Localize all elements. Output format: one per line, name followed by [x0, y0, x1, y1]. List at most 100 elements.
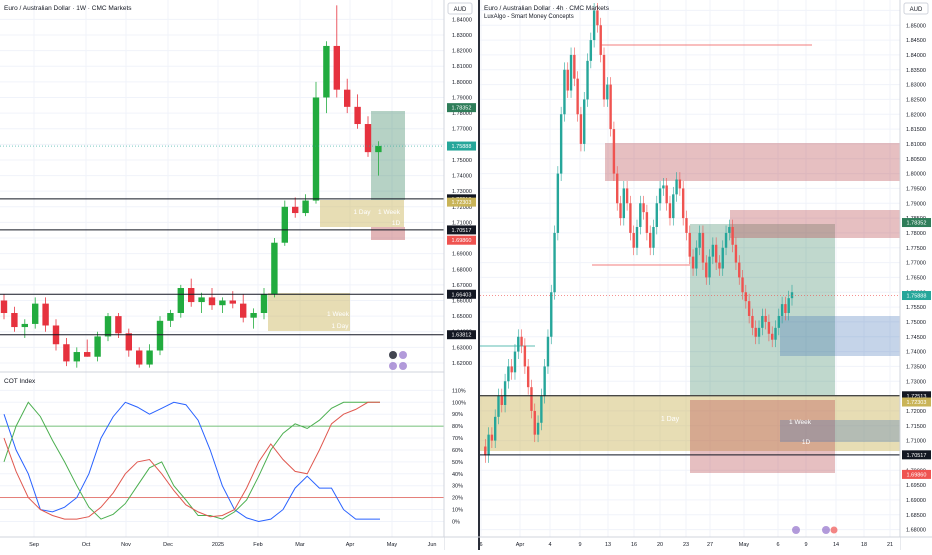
- cot-pct-label: 80%: [452, 424, 463, 430]
- candle-body: [741, 277, 744, 293]
- right-currency-badge[interactable]: AUD: [910, 7, 923, 13]
- price-tick-label: 1.80500: [906, 157, 926, 163]
- price-tick-label: 1.76500: [906, 275, 926, 281]
- candle-body: [219, 300, 226, 306]
- price-tick-label: 1.74500: [906, 335, 926, 341]
- cot-pct-label: 110%: [452, 388, 466, 394]
- event-icon[interactable]: [399, 362, 407, 370]
- price-tick-label: 1.82000: [906, 112, 926, 118]
- price-tick-label: 1.63000: [452, 345, 472, 351]
- tradingview-layout: 1 Day 1 Week 1D 1 Week 1 Day 1 Day 1 Wee…: [0, 0, 932, 550]
- price-tick-label: 1.75000: [906, 320, 926, 326]
- price-tick-label: 1.80000: [906, 172, 926, 178]
- flag-icon[interactable]: [389, 351, 397, 359]
- cot-title: COT Index: [4, 378, 36, 385]
- candle-body: [146, 350, 153, 365]
- pane-divider[interactable]: [478, 0, 480, 550]
- candle-body: [333, 45, 340, 90]
- left-currency-badge[interactable]: AUD: [454, 7, 467, 13]
- candle-body: [754, 327, 757, 337]
- date-tick-label: Oct: [82, 542, 91, 548]
- date-tick-label: 6: [479, 542, 482, 548]
- right-chart-subtitle: LuxAlgo - Smart Money Concepts: [484, 14, 574, 20]
- date-tick-label: 14: [833, 542, 839, 548]
- candle-body: [579, 114, 583, 144]
- price-label-text: 1.70517: [907, 453, 927, 459]
- cot-pct-label: 70%: [452, 436, 463, 442]
- price-tick-label: 1.75500: [906, 305, 926, 311]
- candle-body: [767, 321, 771, 334]
- candle-body: [609, 84, 612, 130]
- date-tick-label: 18: [861, 542, 867, 548]
- candle-body: [658, 188, 662, 204]
- candle-body: [780, 304, 784, 316]
- candle-body: [678, 179, 682, 189]
- right-zone-label-1week: 1 Week: [789, 419, 812, 426]
- flag-icon[interactable]: [830, 526, 838, 534]
- left-zone-label-1d: 1D: [392, 220, 401, 227]
- candle-body: [553, 232, 556, 293]
- date-tick-label: 2025: [212, 542, 224, 548]
- event-icon[interactable]: [792, 526, 800, 534]
- date-tick-label: Dec: [163, 542, 173, 548]
- candle-body: [708, 256, 711, 278]
- date-tick-label: 13: [605, 542, 611, 548]
- candle-body: [774, 327, 777, 340]
- candle-body: [672, 194, 675, 219]
- candle-body: [526, 366, 530, 388]
- price-tick-label: 1.83500: [906, 68, 926, 74]
- candle-body: [21, 323, 28, 328]
- price-tick-label: 1.79000: [452, 95, 472, 101]
- candle-body: [500, 396, 503, 405]
- candle-body: [629, 203, 632, 233]
- date-tick-label: 9: [804, 542, 807, 548]
- candle-body: [675, 179, 678, 195]
- price-tick-label: 1.80000: [452, 80, 472, 86]
- candle-body: [503, 381, 507, 405]
- event-icon[interactable]: [822, 526, 830, 534]
- price-tick-label: 1.69000: [452, 252, 472, 258]
- left-zone-label-1week-b: 1 Week: [327, 311, 350, 318]
- price-tick-label: 1.72000: [906, 409, 926, 415]
- candle-body: [559, 114, 563, 174]
- date-tick-label: Nov: [121, 542, 131, 548]
- candle-body: [484, 446, 487, 456]
- candle-body: [685, 218, 688, 233]
- price-tick-label: 1.77000: [452, 127, 472, 133]
- price-label-text: 1.75888: [452, 144, 472, 150]
- price-tick-label: 1.62000: [452, 361, 472, 367]
- candle-body: [691, 256, 695, 269]
- candle-body: [771, 333, 774, 340]
- candle-body: [639, 203, 642, 227]
- candle-body: [728, 226, 731, 233]
- candle-body: [583, 99, 586, 144]
- candle-body: [0, 300, 8, 313]
- left-zone-label-1day: 1 Day: [354, 209, 372, 216]
- candle-body: [167, 312, 174, 321]
- date-tick-label: Sep: [29, 542, 39, 548]
- event-icon[interactable]: [389, 362, 397, 370]
- price-tick-label: 1.73500: [906, 364, 926, 370]
- candle-body: [744, 292, 748, 302]
- date-tick-label: 27: [707, 542, 713, 548]
- candle-body: [566, 69, 569, 91]
- candle-body: [563, 69, 566, 115]
- candle-body: [513, 351, 517, 373]
- candle-body: [240, 303, 247, 318]
- price-tick-label: 1.83000: [452, 33, 472, 39]
- candle-body: [681, 188, 685, 219]
- candle-body: [556, 173, 560, 233]
- event-icon[interactable]: [399, 351, 407, 359]
- candle-body: [751, 315, 754, 328]
- candle-body: [764, 315, 767, 322]
- date-tick-label: 23: [683, 542, 689, 548]
- candle-body: [622, 188, 626, 219]
- candle-body: [787, 298, 790, 314]
- right-chart-title: Euro / Australian Dollar · 4h · CMC Mark…: [484, 5, 610, 12]
- price-tick-label: 1.84000: [452, 17, 472, 23]
- right-zone-red-1: [605, 143, 900, 181]
- date-tick-label: 9: [578, 542, 581, 548]
- candle-body: [510, 366, 513, 373]
- candle-body: [731, 226, 734, 245]
- candle-body: [188, 288, 195, 303]
